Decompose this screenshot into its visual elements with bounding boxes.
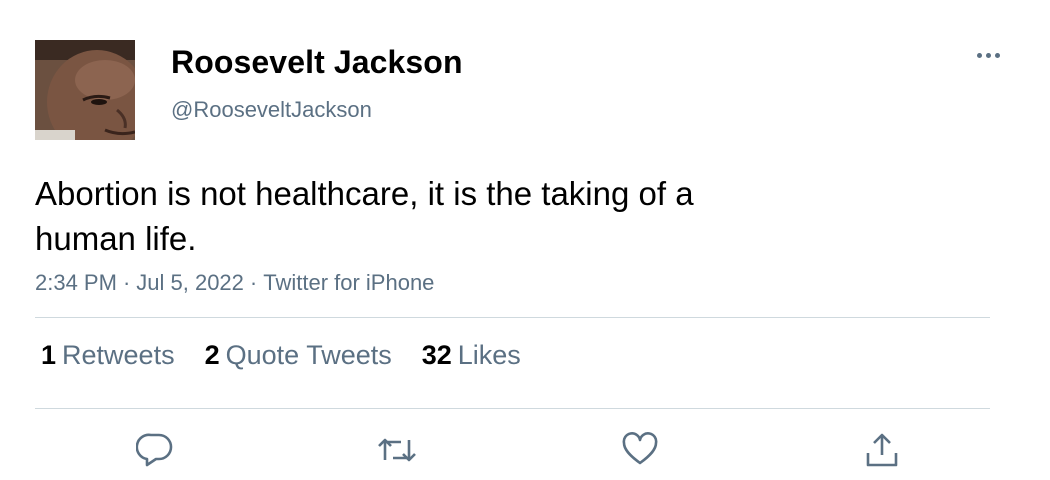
meta-separator: · (249, 270, 258, 295)
retweet-icon (378, 438, 416, 462)
likes-stat[interactable]: 32 Likes (422, 340, 521, 371)
tweet-stats: 1 Retweets 2 Quote Tweets 32 Likes (41, 340, 521, 371)
more-horizontal-icon (976, 52, 1000, 58)
tweet-meta: 2:34 PM · Jul 5, 2022 · Twitter for iPhone (35, 270, 434, 296)
retweets-label: Retweets (62, 340, 175, 370)
reply-icon (136, 433, 173, 467)
author-handle[interactable]: @RooseveltJackson (171, 97, 372, 123)
share-icon (866, 433, 898, 467)
heart-icon (622, 432, 658, 465)
author-display-name[interactable]: Roosevelt Jackson (171, 44, 463, 81)
retweets-count: 1 (41, 340, 57, 370)
tweet-text: Abortion is not healthcare, it is the ta… (35, 175, 694, 257)
like-button[interactable] (618, 428, 662, 472)
quote-tweets-label: Quote Tweets (225, 340, 392, 370)
avatar[interactable] (35, 40, 135, 140)
likes-count: 32 (421, 340, 452, 370)
divider (35, 317, 990, 318)
tweet-date[interactable]: Jul 5, 2022 (136, 270, 244, 295)
share-button[interactable] (860, 428, 904, 472)
quote-tweets-stat[interactable]: 2 Quote Tweets (205, 340, 392, 371)
reply-button[interactable] (133, 428, 177, 472)
meta-separator: · (122, 270, 131, 295)
quote-tweets-count: 2 (204, 340, 220, 370)
tweet-time[interactable]: 2:34 PM (35, 270, 117, 295)
likes-label: Likes (457, 340, 521, 370)
retweet-button[interactable] (375, 428, 419, 472)
tweet-source[interactable]: Twitter for iPhone (263, 270, 434, 295)
divider (35, 408, 990, 409)
retweets-stat[interactable]: 1 Retweets (41, 340, 175, 371)
more-options-button[interactable] (968, 40, 1008, 70)
